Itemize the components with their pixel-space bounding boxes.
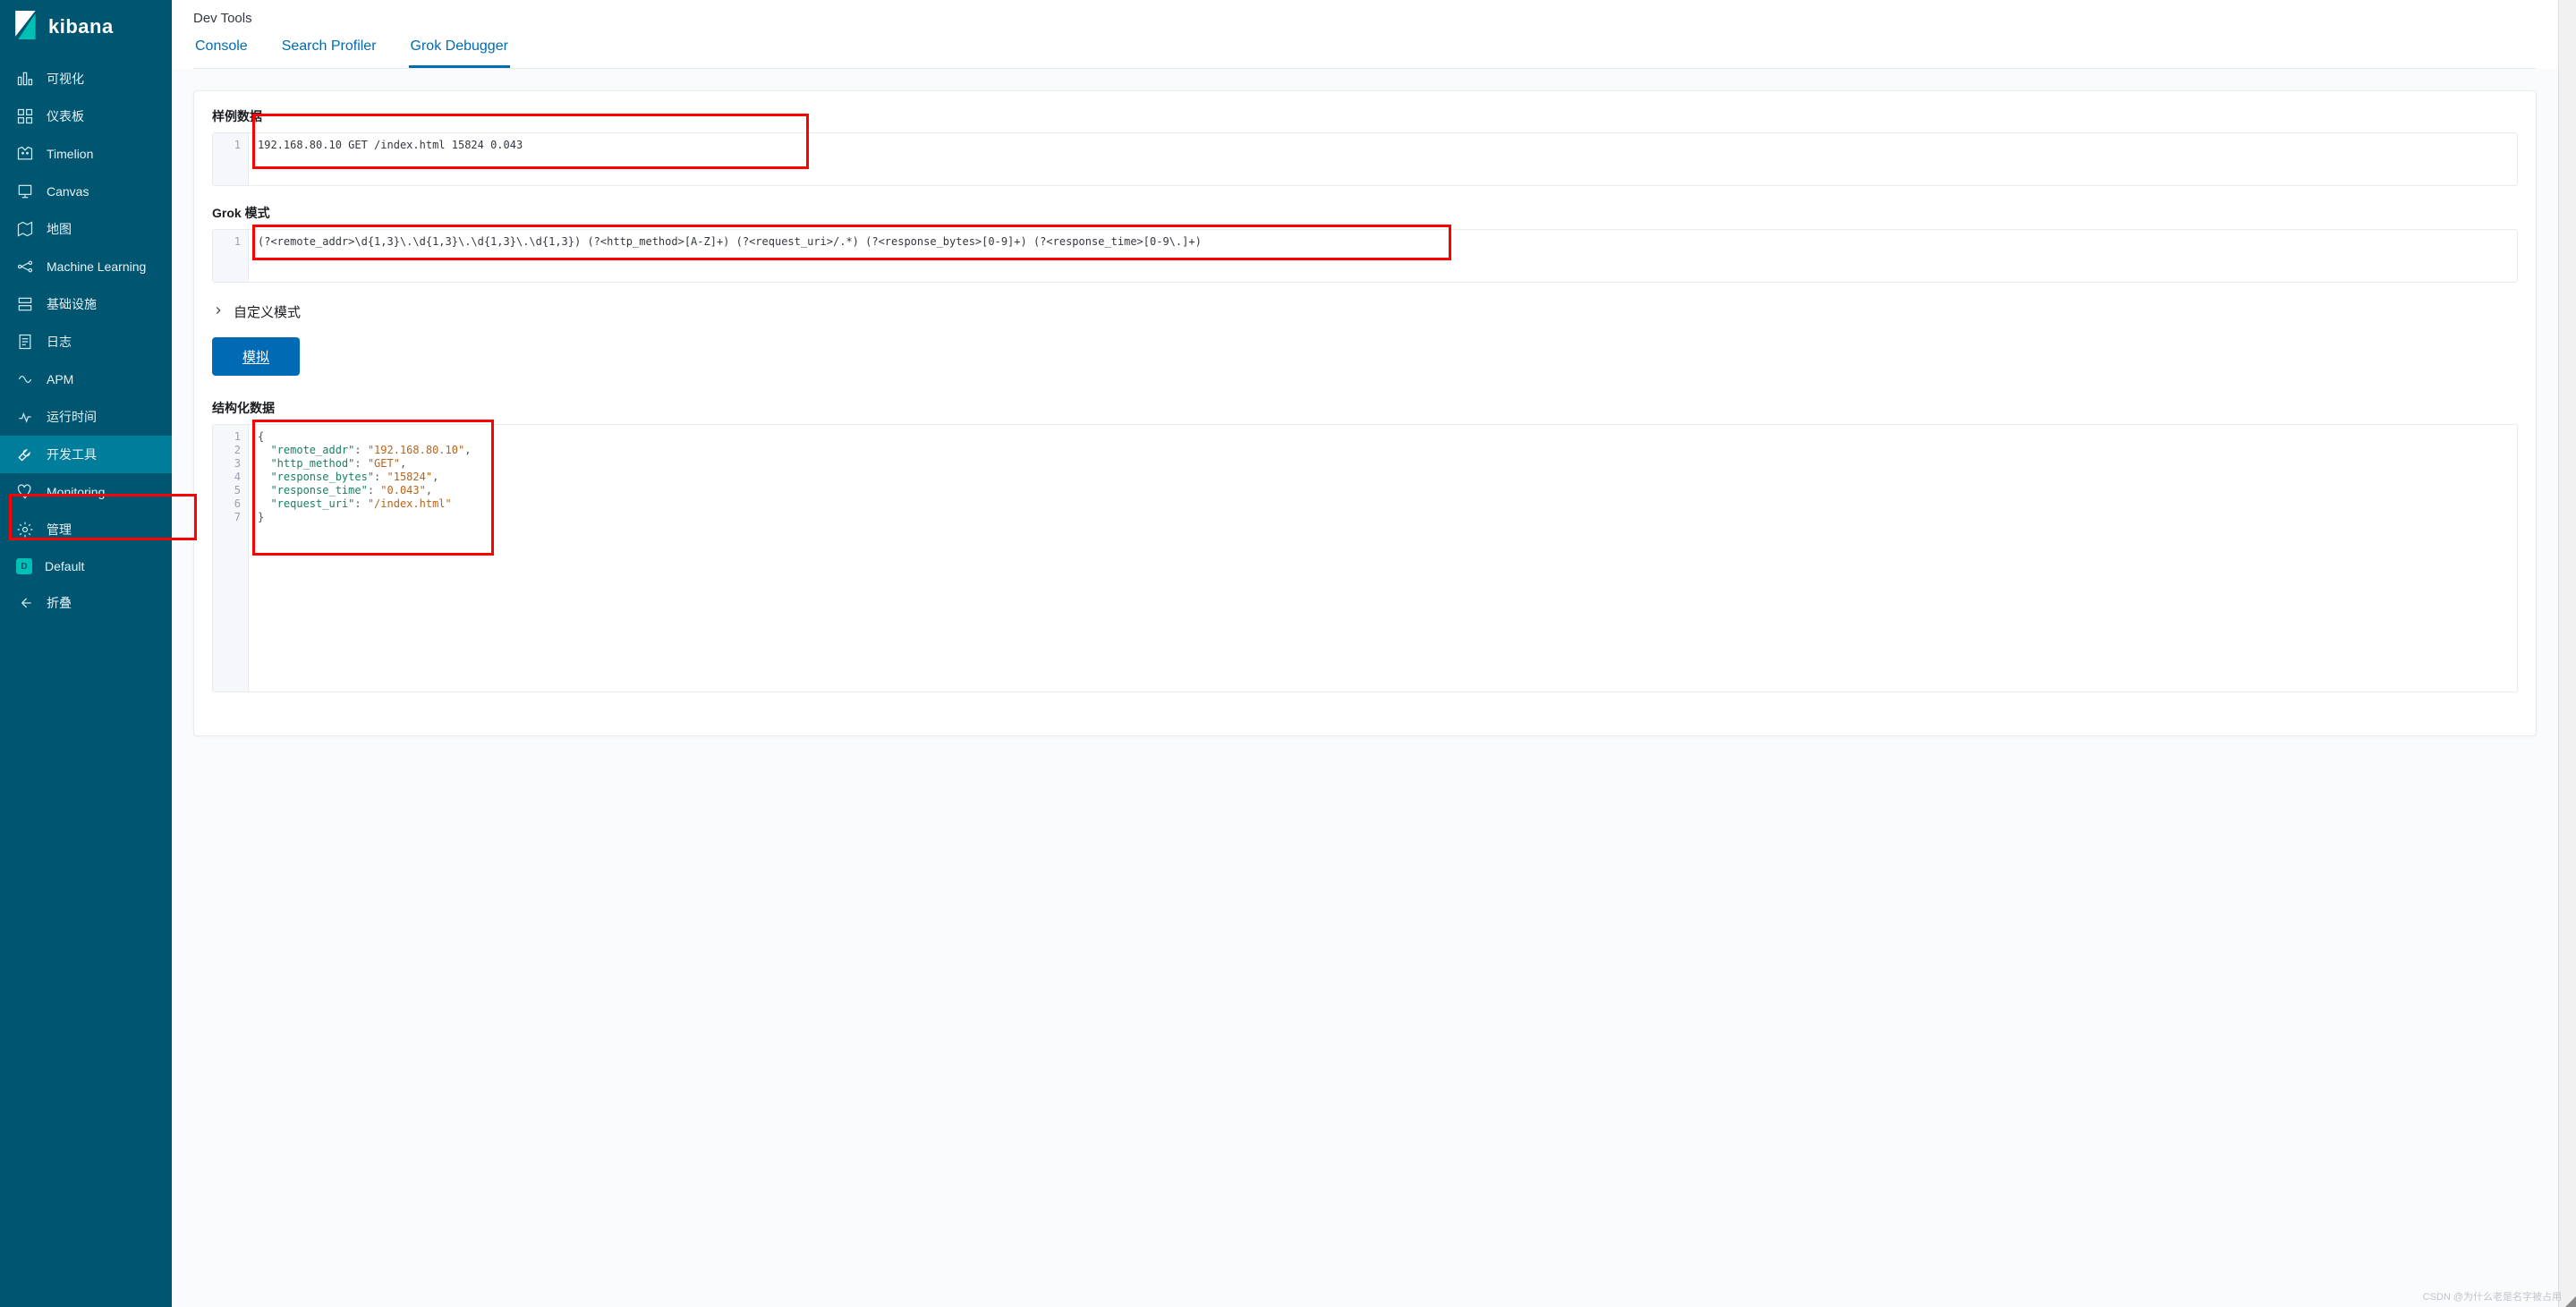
gutter: 1 <box>213 133 249 185</box>
output-label: 结构化数据 <box>212 399 2518 417</box>
sidebar-item-label: 管理 <box>47 521 72 539</box>
sidebar-item-ml[interactable]: Machine Learning <box>0 248 172 285</box>
simulate-button[interactable]: 模拟 <box>212 337 300 376</box>
sidebar-item-label: 地图 <box>47 220 72 238</box>
grok-pattern-label: Grok 模式 <box>212 204 2518 222</box>
sidebar-item-default[interactable]: D Default <box>0 548 172 584</box>
space-badge: D <box>16 558 32 574</box>
sidebar-item-label: 基础设施 <box>47 295 97 313</box>
heartbeat-icon <box>16 483 34 501</box>
code-body[interactable]: 192.168.80.10 GET /index.html 15824 0.04… <box>249 133 2517 185</box>
ml-icon <box>16 258 34 276</box>
apm-icon <box>16 370 34 388</box>
infrastructure-icon <box>16 295 34 313</box>
tab-grok-debugger[interactable]: Grok Debugger <box>409 38 510 68</box>
sidebar: kibana 可视化 仪表板 Timelion Canvas 地图 Machin… <box>0 0 172 1307</box>
timelion-icon <box>16 145 34 163</box>
sidebar-item-canvas[interactable]: Canvas <box>0 173 172 210</box>
sidebar-item-label: Monitoring <box>47 485 105 499</box>
dashboard-icon <box>16 107 34 125</box>
canvas-icon <box>16 182 34 200</box>
logo[interactable]: kibana <box>0 0 172 60</box>
resize-handle-icon[interactable] <box>2565 1296 2576 1307</box>
sidebar-item-management[interactable]: 管理 <box>0 511 172 548</box>
sidebar-item-label: 折叠 <box>47 594 72 612</box>
code-body: { "remote_addr": "192.168.80.10", "http_… <box>249 425 2517 692</box>
sidebar-item-apm[interactable]: APM <box>0 361 172 398</box>
grok-pattern-input[interactable]: 1 (?<remote_addr>\d{1,3}\.\d{1,3}\.\d{1,… <box>212 229 2518 283</box>
chevron-right-icon <box>212 304 225 320</box>
grok-pattern-section: Grok 模式 1 (?<remote_addr>\d{1,3}\.\d{1,3… <box>212 204 2518 283</box>
logs-icon <box>16 333 34 351</box>
tab-console[interactable]: Console <box>193 38 250 68</box>
sidebar-item-uptime[interactable]: 运行时间 <box>0 398 172 436</box>
uptime-icon <box>16 408 34 426</box>
sidebar-item-label: Timelion <box>47 147 93 161</box>
gutter: 1234567 <box>213 425 249 692</box>
custom-patterns-toggle[interactable]: 自定义模式 <box>212 302 2518 321</box>
wrench-icon <box>16 446 34 463</box>
sidebar-item-label: Canvas <box>47 184 89 199</box>
gutter: 1 <box>213 230 249 282</box>
sidebar-item-maps[interactable]: 地图 <box>0 210 172 248</box>
map-icon <box>16 220 34 238</box>
scrollbar[interactable] <box>2558 0 2576 1307</box>
gear-icon <box>16 521 34 539</box>
main-content: Dev Tools Console Search Profiler Grok D… <box>172 0 2558 1307</box>
chart-bar-icon <box>16 70 34 88</box>
output-section: 结构化数据 1234567 { "remote_addr": "192.168.… <box>212 399 2518 692</box>
sidebar-item-timelion[interactable]: Timelion <box>0 135 172 173</box>
sidebar-item-label: 仪表板 <box>47 107 84 125</box>
sidebar-item-label: 日志 <box>47 333 72 351</box>
code-body[interactable]: (?<remote_addr>\d{1,3}\.\d{1,3}\.\d{1,3}… <box>249 230 2517 282</box>
sidebar-item-label: Default <box>45 559 84 573</box>
sidebar-item-label: Machine Learning <box>47 259 146 274</box>
sample-data-input[interactable]: 1 192.168.80.10 GET /index.html 15824 0.… <box>212 132 2518 186</box>
sample-data-label: 样例数据 <box>212 107 2518 125</box>
sidebar-item-logs[interactable]: 日志 <box>0 323 172 361</box>
sidebar-item-label: APM <box>47 372 73 386</box>
page-title: Dev Tools <box>193 11 2537 26</box>
output-display: 1234567 { "remote_addr": "192.168.80.10"… <box>212 424 2518 692</box>
header: Dev Tools Console Search Profiler Grok D… <box>172 0 2558 69</box>
sidebar-item-label: 开发工具 <box>47 446 97 463</box>
sidebar-item-dev-tools[interactable]: 开发工具 <box>0 436 172 473</box>
tab-search-profiler[interactable]: Search Profiler <box>280 38 378 68</box>
sidebar-item-label: 可视化 <box>47 70 84 88</box>
sidebar-item-visualize[interactable]: 可视化 <box>0 60 172 98</box>
tabs: Console Search Profiler Grok Debugger <box>193 38 2537 69</box>
watermark: CSDN @为什么老是名字被占用 <box>2423 1289 2562 1303</box>
sidebar-item-collapse[interactable]: 折叠 <box>0 584 172 622</box>
sidebar-item-label: 运行时间 <box>47 408 97 426</box>
custom-patterns-label: 自定义模式 <box>234 302 301 321</box>
sidebar-item-monitoring[interactable]: Monitoring <box>0 473 172 511</box>
sidebar-item-infrastructure[interactable]: 基础设施 <box>0 285 172 323</box>
arrow-left-icon <box>16 594 34 612</box>
sample-data-section: 样例数据 1 192.168.80.10 GET /index.html 158… <box>212 107 2518 186</box>
app-name: kibana <box>48 15 114 38</box>
sidebar-item-dashboard[interactable]: 仪表板 <box>0 98 172 135</box>
kibana-logo-icon <box>14 11 39 42</box>
grok-panel: 样例数据 1 192.168.80.10 GET /index.html 158… <box>193 90 2537 736</box>
